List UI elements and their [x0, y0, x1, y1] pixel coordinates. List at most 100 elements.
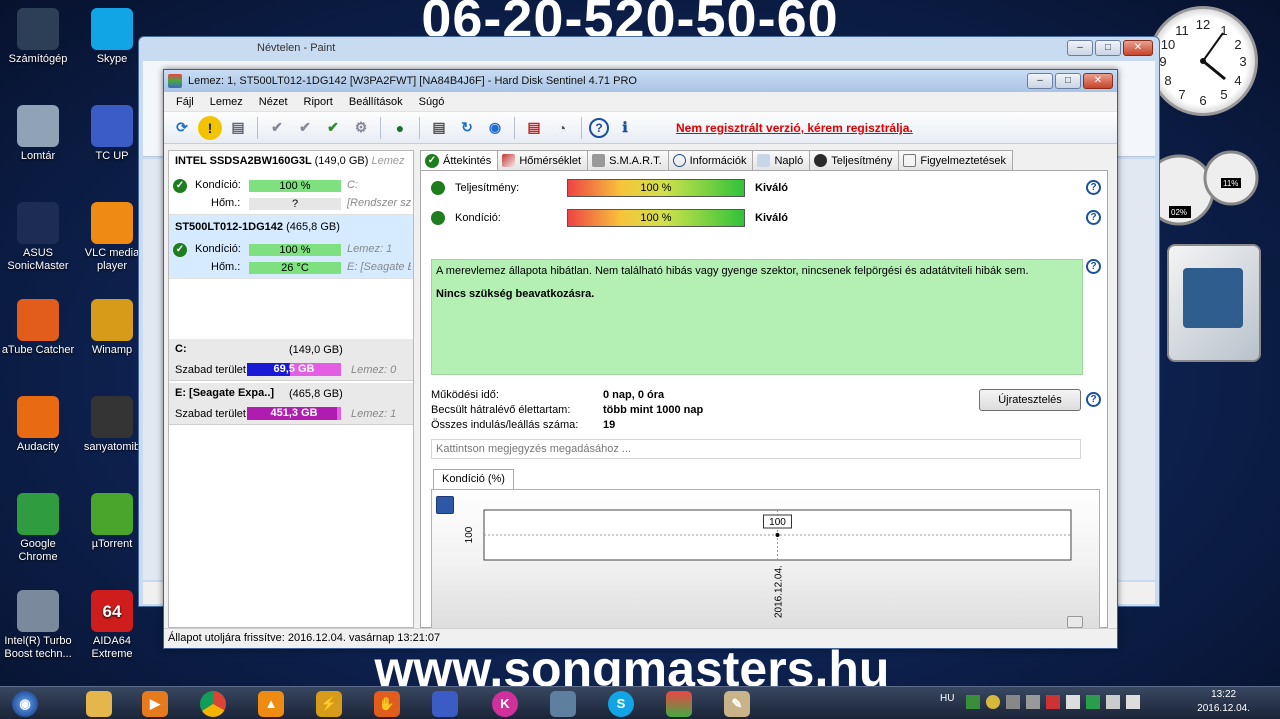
tab-temperature[interactable]: Hőmérséklet	[497, 150, 589, 170]
atube-icon	[17, 299, 59, 341]
maximize-button[interactable]: □	[1095, 40, 1121, 56]
retest-button[interactable]: Újratesztelés	[979, 389, 1081, 411]
tab-log[interactable]: Napló	[752, 150, 811, 170]
taskbar-hds-active[interactable]	[654, 689, 704, 718]
tab-label: Figyelmeztetések	[920, 154, 1006, 167]
note-input[interactable]: Kattintson megjegyzés megadásához ...	[431, 439, 1081, 459]
warning-icon[interactable]: !	[198, 115, 222, 140]
help-icon[interactable]: ?	[1086, 392, 1101, 407]
help-icon[interactable]: ?	[1086, 180, 1101, 195]
tray-speaker-icon[interactable]	[1046, 695, 1060, 709]
close-button[interactable]: ✕	[1123, 40, 1153, 56]
tray-icons[interactable]	[966, 695, 1160, 709]
menu-help[interactable]: Súgó	[411, 96, 453, 108]
help-icon[interactable]: ?	[1086, 210, 1101, 225]
taskbar-vlc[interactable]: ▲	[246, 689, 296, 718]
taskbar: ◉ ▶ ▲ ⚡ ✋ K S ✎ HU 13:22 2016.12.04.	[0, 686, 1280, 719]
desktop-icon-recycle-bin[interactable]: Lomtár	[0, 105, 76, 163]
taskbar-skype[interactable]: S	[596, 689, 646, 718]
tray-bell-icon[interactable]	[986, 695, 1000, 709]
menu-file[interactable]: Fájl	[168, 96, 202, 108]
volume-item-c[interactable]: C: (149,0 GB) Szabad terület 69,5 GB Lem…	[169, 339, 413, 381]
tray-icon[interactable]	[1086, 695, 1100, 709]
globe-icon[interactable]: ●	[388, 116, 412, 140]
disk-item-seagate[interactable]: ST500LT012-1DG142 (465,8 GB) ✓ Kondíció:…	[169, 215, 413, 279]
volume-icon[interactable]	[1126, 695, 1140, 709]
taskbar-hds[interactable]	[538, 689, 588, 718]
volume-item-e[interactable]: E: [Seagate Expa..] (465,8 GB) Szabad te…	[169, 383, 413, 425]
taskbar-winamp[interactable]: ⚡	[304, 689, 354, 718]
total-commander-icon	[91, 105, 133, 147]
scroll-thumb[interactable]	[1067, 616, 1083, 628]
refresh-icon[interactable]: ⟳	[170, 116, 194, 140]
language-indicator[interactable]: HU	[940, 693, 954, 704]
report-icon[interactable]: ▤	[427, 116, 451, 140]
menu-report[interactable]: Riport	[296, 96, 341, 108]
vlc-icon	[91, 202, 133, 244]
tab-info[interactable]: Információk	[667, 150, 754, 170]
desktop-icon-computer[interactable]: Számítógép	[0, 8, 76, 66]
satellite-icon-2[interactable]: ✔	[293, 116, 317, 140]
maximize-button[interactable]: □	[1055, 73, 1081, 89]
svg-text:12: 12	[1196, 17, 1210, 32]
tab-performance[interactable]: Teljesítmény	[809, 150, 900, 170]
drive-icon	[592, 154, 606, 167]
satellite-icon[interactable]: ✔	[265, 116, 289, 140]
tray-icon[interactable]	[1006, 695, 1020, 709]
taskbar-atube[interactable]: ✋	[362, 689, 412, 718]
start-button[interactable]: ◉	[0, 689, 50, 718]
minimize-button[interactable]: –	[1067, 40, 1093, 56]
help-icon[interactable]: ?	[1086, 259, 1101, 274]
tray-icon[interactable]	[1026, 695, 1040, 709]
satellite-settings-icon[interactable]: ⚙	[349, 116, 373, 140]
free-space-bar: 69,5 GB	[247, 363, 341, 376]
drive-icon[interactable]: ▤	[226, 116, 250, 140]
system-clock[interactable]: 13:22 2016.12.04.	[1197, 688, 1250, 716]
desktop-icon-audacity[interactable]: Audacity	[0, 396, 76, 454]
hds-titlebar: Lemez: 1, ST500LT012-1DG142 [W3PA2FWT] […	[164, 70, 1117, 92]
taskbar-k[interactable]: K	[480, 689, 530, 718]
desktop-icon-asus-sonicmaster[interactable]: ASUS SonicMaster	[0, 202, 76, 273]
winamp-icon: ⚡	[316, 690, 342, 717]
desktop-icon-chrome[interactable]: Google Chrome	[0, 493, 76, 564]
check-icon: ✓	[425, 154, 439, 168]
volume-size: (465,8 GB)	[289, 388, 343, 400]
svg-text:2: 2	[1234, 37, 1241, 52]
performance-icon	[814, 154, 828, 167]
signal-icon[interactable]	[1106, 695, 1120, 709]
tray-26-icon[interactable]	[966, 695, 980, 709]
disk-name: INTEL SSDSA2BW160G3L	[175, 155, 312, 167]
drive-icon	[666, 690, 692, 717]
tab-smart[interactable]: S.M.A.R.T.	[587, 150, 669, 170]
menu-settings[interactable]: Beállítások	[341, 96, 411, 108]
flag-icon[interactable]	[1066, 695, 1080, 709]
menu-disk[interactable]: Lemez	[202, 96, 251, 108]
menu-view[interactable]: Nézet	[251, 96, 296, 108]
minimize-button[interactable]: –	[1027, 73, 1053, 89]
taskbar-explorer[interactable]	[74, 689, 124, 718]
svg-text:8: 8	[1164, 73, 1171, 88]
satellite-check-icon[interactable]: ✔	[321, 116, 345, 140]
sync-icon[interactable]: ↻	[455, 116, 479, 140]
taskbar-tc[interactable]	[420, 689, 470, 718]
data-label: 100	[769, 517, 786, 528]
chart-icon[interactable]: ▤	[522, 116, 546, 140]
desktop-icon-atube[interactable]: aTube Catcher	[0, 299, 76, 357]
chart-tab-condition[interactable]: Kondíció (%)	[433, 469, 514, 489]
disk-item-intel[interactable]: INTEL SSDSA2BW160G3L (149,0 GB) Lemez ✓ …	[169, 151, 413, 215]
condition-chart: 100 100 2016.12.04.	[431, 489, 1100, 635]
hds-window[interactable]: Lemez: 1, ST500LT012-1DG142 [W3PA2FWT] […	[163, 69, 1118, 649]
condition-label: Kondíció:	[195, 243, 241, 255]
tab-alerts[interactable]: Figyelmeztetések	[898, 150, 1013, 170]
help-icon[interactable]: ?	[589, 117, 609, 138]
clock-gadget[interactable]: 12 3 6 9 1245 7 8 10 11	[1148, 6, 1258, 116]
taskbar-paint[interactable]: ✎	[712, 689, 762, 718]
unregistered-link[interactable]: Nem regisztrált verzió, kérem regisztrál…	[676, 121, 913, 135]
taskbar-chrome[interactable]	[188, 689, 238, 718]
tab-overview[interactable]: ✓ Áttekintés	[420, 150, 499, 171]
speaker-icon[interactable]: ◔	[550, 116, 574, 140]
close-button[interactable]: ✕	[1083, 73, 1113, 89]
network-icon[interactable]: ◉	[483, 116, 507, 140]
info-icon[interactable]: ℹ	[613, 116, 637, 140]
taskbar-media[interactable]: ▶	[130, 689, 180, 718]
